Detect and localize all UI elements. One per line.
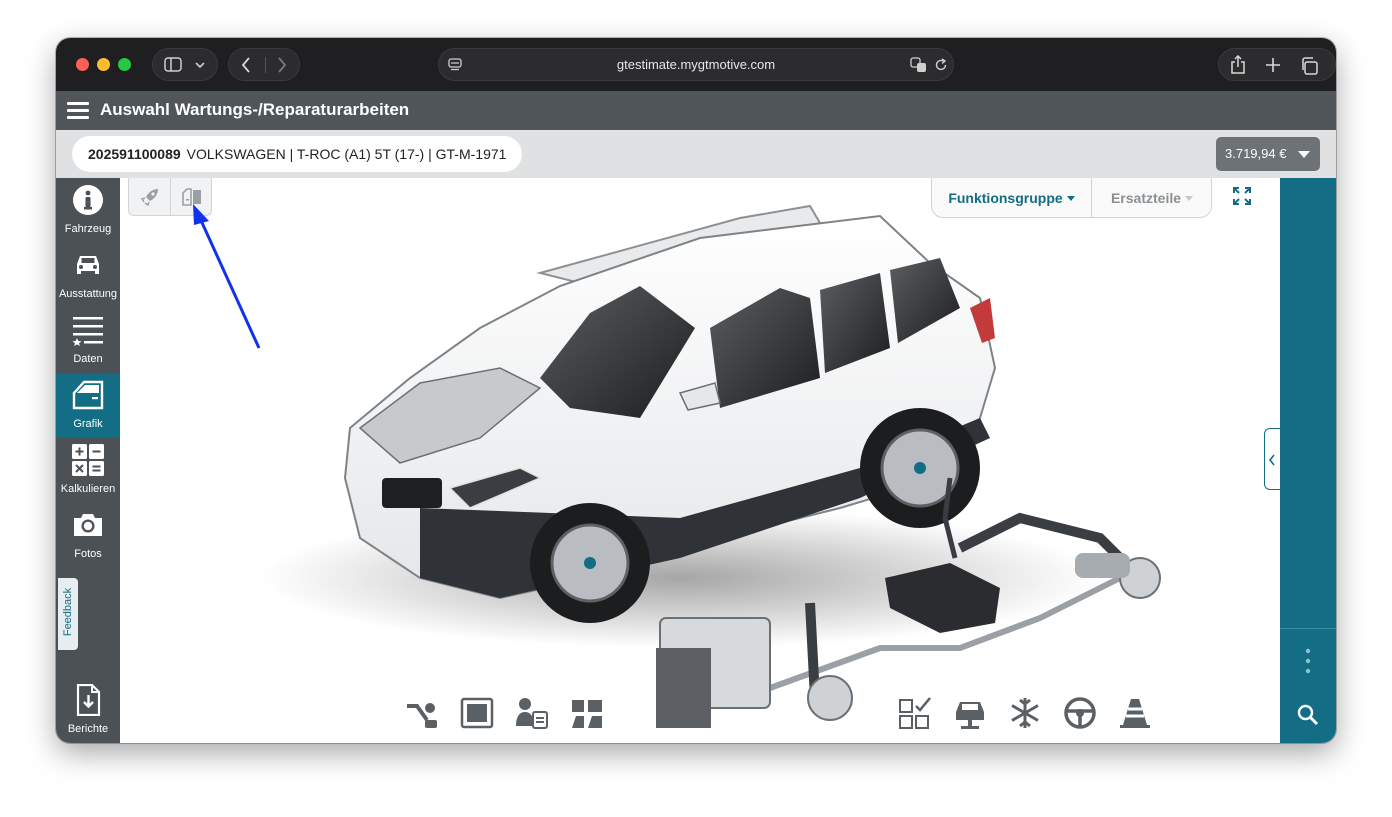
wiper-icon[interactable] [405, 696, 439, 730]
quick-select-button[interactable] [129, 178, 170, 215]
caret-down-icon [1066, 196, 1075, 201]
more-options-icon[interactable] [1305, 648, 1311, 674]
menu-icon[interactable] [67, 102, 89, 119]
total-price: 3.719,94 € [1225, 146, 1287, 161]
right-panel [1264, 178, 1336, 743]
door-panel-button[interactable] [170, 178, 212, 215]
sidebar-item-label: Fotos [74, 548, 102, 560]
minimize-window-button[interactable] [97, 58, 110, 71]
muffler [1075, 553, 1130, 578]
sidebar-item-label: Kalkulieren [60, 483, 116, 495]
window-actions [1218, 48, 1336, 81]
seat-icon[interactable] [570, 696, 604, 730]
sidebar-item-daten[interactable]: Daten [56, 308, 120, 373]
report-download-icon [76, 684, 101, 716]
sidebar: Fahrzeug Ausstattung Daten Grafik Kalkul… [56, 178, 120, 743]
caret-down-icon [1298, 151, 1310, 158]
camera-icon [74, 514, 102, 536]
chevron-down-icon [195, 62, 205, 69]
new-tab-icon[interactable] [1265, 57, 1281, 73]
rocket-icon [140, 189, 158, 207]
calculator-icon [72, 444, 104, 476]
sidebar-item-label: Daten [73, 353, 103, 365]
tab-funktionsgruppe[interactable]: Funktionsgruppe [932, 178, 1091, 217]
sidebar-item-kalkulieren[interactable]: Kalkulieren [56, 438, 120, 503]
panel-toggle-button[interactable] [1264, 428, 1280, 490]
door-panel-icon [182, 188, 201, 206]
traffic-cone-icon[interactable] [1118, 696, 1152, 730]
sidebar-item-label: Ausstattung [58, 288, 118, 300]
zoom-window-button[interactable] [118, 58, 131, 71]
window-icon[interactable] [460, 696, 494, 730]
steering-wheel-icon[interactable] [1063, 696, 1097, 730]
front-brake-disc [807, 675, 853, 721]
tab-overview-icon[interactable] [1300, 57, 1318, 75]
address-bar[interactable]: gtestimate.mygtmotive.com [438, 48, 954, 81]
nav-divider [265, 57, 266, 73]
app-header: Auswahl Wartungs-/Reparaturarbeiten [56, 91, 1336, 130]
browser-toolbar: gtestimate.mygtmotive.com [56, 38, 1336, 91]
url-text: gtestimate.mygtmotive.com [616, 57, 776, 72]
car-door-icon [72, 380, 104, 410]
sidebar-item-grafik[interactable]: Grafik [56, 373, 120, 438]
reload-icon[interactable] [934, 58, 948, 72]
caret-down-icon [1185, 196, 1194, 201]
share-icon[interactable] [1230, 55, 1246, 75]
sidebar-item-fahrzeug[interactable]: Fahrzeug [56, 178, 120, 243]
tab-ersatzteile[interactable]: Ersatzteile [1091, 178, 1212, 217]
snowflake-icon[interactable] [1008, 696, 1042, 730]
sidebar-icon [164, 57, 182, 72]
sidebar-toggle-button[interactable] [152, 48, 218, 81]
graphic-view: Funktionsgruppe Ersatzteile [120, 178, 1280, 743]
checklist-grid-icon[interactable] [898, 696, 932, 730]
tab-label: Funktionsgruppe [948, 190, 1063, 206]
total-price-button[interactable]: 3.719,94 € [1216, 137, 1320, 171]
vehicle-id: 202591100089 [88, 146, 181, 162]
translate-icon[interactable] [910, 57, 928, 73]
feedback-label: Feedback [62, 587, 74, 637]
sidebar-item-ausstattung[interactable]: Ausstattung [56, 243, 120, 308]
close-window-button[interactable] [76, 58, 89, 71]
tab-label: Ersatzteile [1110, 190, 1182, 206]
sidebar-item-label: Grafik [73, 418, 103, 430]
search-icon[interactable] [1297, 704, 1319, 726]
car-front-icon [77, 256, 99, 274]
feedback-tab[interactable]: Feedback [58, 578, 78, 650]
vehicle-bar: 202591100089 VOLKSWAGEN | T-ROC (A1) 5T (… [56, 130, 1336, 178]
chevron-left-icon [1268, 454, 1275, 466]
person-seat-icon[interactable] [515, 696, 549, 730]
sidebar-item-berichte[interactable]: Berichte [56, 678, 120, 743]
vehicle-info[interactable]: 202591100089 VOLKSWAGEN | T-ROC (A1) 5T (… [72, 136, 523, 172]
fullscreen-icon[interactable] [1232, 186, 1252, 206]
car-lift-icon[interactable] [953, 696, 987, 730]
sidebar-item-label: Fahrzeug [64, 223, 112, 235]
back-icon[interactable] [241, 57, 251, 73]
page-title: Auswahl Wartungs-/Reparaturarbeiten [100, 100, 410, 119]
navigation-buttons [228, 48, 300, 81]
sidebar-item-label: Berichte [67, 723, 109, 735]
vehicle-graphic[interactable] [120, 178, 1280, 743]
vehicle-description: VOLKSWAGEN | T-ROC (A1) 5T (17-) | GT-M-… [186, 146, 507, 162]
sidebar-item-fotos[interactable]: Fotos [56, 503, 120, 568]
panel-divider [1280, 628, 1336, 629]
info-icon [73, 185, 103, 215]
browser-window: gtestimate.mygtmotive.com Auswahl Wartun… [56, 38, 1336, 743]
list-star-icon [72, 317, 103, 346]
graphic-toolbar [128, 178, 212, 216]
view-tabs: Funktionsgruppe Ersatzteile [931, 178, 1212, 218]
forward-icon[interactable] [277, 57, 287, 73]
front-grille [382, 478, 442, 508]
radiator [656, 648, 711, 728]
